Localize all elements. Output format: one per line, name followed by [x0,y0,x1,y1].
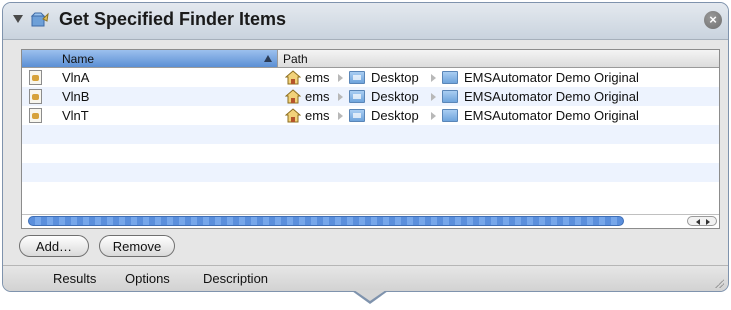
scrollbar-thumb[interactable] [28,216,624,226]
sort-ascending-icon [264,55,272,62]
document-icon [29,89,42,104]
row-name: VlnT [62,108,89,123]
path-separator-icon [431,74,436,82]
remove-button[interactable]: Remove [99,235,175,257]
table-row[interactable]: VlnA ems Desktop EMSAutomator Demo Origi… [22,68,719,87]
document-icon [29,70,42,85]
tab-results[interactable]: Results [53,271,96,286]
desktop-folder-icon [349,71,365,84]
path-segment: ems [305,70,330,85]
path-segment: Desktop [371,89,419,104]
path-separator-icon [338,74,343,82]
document-icon [29,108,42,123]
horizontal-scrollbar[interactable] [22,214,719,228]
path-separator-icon [338,112,343,120]
action-titlebar: Get Specified Finder Items × [3,3,728,40]
home-icon [285,89,301,104]
path-segment: ems [305,89,330,104]
close-icon[interactable]: × [704,11,722,29]
table-row[interactable]: VlnB ems Desktop EMSAutomator Demo Origi… [22,87,719,106]
action-title: Get Specified Finder Items [59,9,287,29]
desktop-folder-icon [349,109,365,122]
table-rows: VlnA ems Desktop EMSAutomator Demo Origi… [22,68,719,182]
finder-action-icon [30,12,49,27]
add-button[interactable]: Add… [19,235,89,257]
column-header-path[interactable]: Path [283,52,308,66]
path-segment: Desktop [371,70,419,85]
empty-row [22,163,719,182]
empty-row [22,125,719,144]
empty-row [22,144,719,163]
action-panel: Get Specified Finder Items × Name Path V… [2,2,729,292]
path-segment: Desktop [371,108,419,123]
folder-icon [442,109,458,122]
path-separator-icon [338,93,343,101]
desktop-folder-icon [349,90,365,103]
row-name: VlnA [62,70,90,85]
path-segment: EMSAutomator Demo Original [464,70,639,85]
disclosure-triangle-icon[interactable] [13,15,23,23]
path-segment: EMSAutomator Demo Original [464,89,639,104]
items-table: Name Path VlnA ems Desktop EMSAutomator … [21,49,720,229]
resize-grip-icon[interactable] [714,278,724,288]
column-header-name-label: Name [62,52,95,66]
action-footer: Results Options Description [3,265,728,291]
table-header: Name Path [22,50,719,68]
path-segment: ems [305,108,330,123]
scroll-left-arrow-icon[interactable] [696,219,700,225]
scroll-arrows[interactable] [687,216,717,226]
tab-options[interactable]: Options [125,271,170,286]
action-connector-inner [354,290,386,301]
folder-icon [442,90,458,103]
table-row[interactable]: VlnT ems Desktop EMSAutomator Demo Origi… [22,106,719,125]
row-name: VlnB [62,89,90,104]
home-icon [285,70,301,85]
path-separator-icon [431,112,436,120]
path-segment: EMSAutomator Demo Original [464,108,639,123]
folder-icon [442,71,458,84]
tab-description[interactable]: Description [203,271,268,286]
scroll-right-arrow-icon[interactable] [706,219,710,225]
path-separator-icon [431,93,436,101]
home-icon [285,108,301,123]
column-header-name[interactable]: Name [22,50,278,67]
